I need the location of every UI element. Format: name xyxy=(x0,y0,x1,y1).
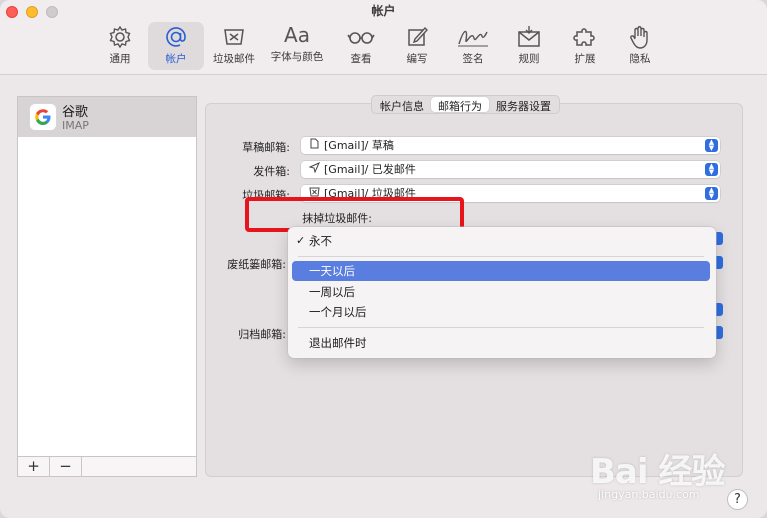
menu-item-label: 一个月以后 xyxy=(309,305,367,319)
erase-junk-dropdown-menu: ✓ 永不 一天以后 一周以后 一个月以后 退出邮件时 xyxy=(288,227,716,358)
toolbar-junk-tab[interactable]: 垃圾邮件 xyxy=(206,22,262,70)
drafts-mailbox-value: [Gmail]/ 草稿 xyxy=(324,139,394,152)
menu-item-never[interactable]: ✓ 永不 xyxy=(292,231,710,251)
toolbar-junk-label: 垃圾邮件 xyxy=(213,53,255,65)
drafts-mailbox-label: 草稿邮箱: xyxy=(242,141,290,154)
tab-mailbox-behaviors[interactable]: 邮箱行为 xyxy=(431,97,489,113)
watermark-url: jingyan.baidu.com xyxy=(598,488,700,501)
window-title: 帐户 xyxy=(371,4,396,18)
accounts-list-footer: + − xyxy=(18,456,196,476)
toolbar-viewing-tab[interactable]: 查看 xyxy=(333,22,389,70)
remove-account-button[interactable]: − xyxy=(50,457,82,476)
sent-mailbox-popup[interactable]: [Gmail]/ 已发邮件 ▲ ▼ xyxy=(301,161,720,178)
tab-account-info[interactable]: 帐户信息 xyxy=(373,97,431,113)
paper-plane-icon xyxy=(307,162,321,179)
toolbar-rules-label: 规则 xyxy=(518,53,540,65)
puzzle-icon xyxy=(573,28,595,46)
toolbar-signatures-label: 签名 xyxy=(462,53,484,65)
toolbar-privacy-label: 隐私 xyxy=(629,53,651,65)
menu-item-on-quit[interactable]: 退出邮件时 xyxy=(292,333,710,353)
toolbar-fonts-tab[interactable]: Aa 字体与颜色 xyxy=(269,22,325,70)
account-type: IMAP xyxy=(62,119,89,132)
erase-junk-popup-arrows[interactable] xyxy=(715,232,723,245)
toolbar-rules-tab[interactable]: 规则 xyxy=(501,22,557,70)
gear-icon xyxy=(109,25,131,49)
trash-mailbox-label: 废纸篓邮箱: xyxy=(227,258,286,271)
popup-arrows-icon: ▲ ▼ xyxy=(705,163,718,176)
rules-envelope-icon xyxy=(518,26,540,47)
toolbar-signatures-tab[interactable]: 签名 xyxy=(445,22,501,70)
toolbar-general-tab[interactable]: 通用 xyxy=(92,22,148,70)
menu-item-after-one-day[interactable]: 一天以后 xyxy=(292,261,710,281)
account-name: 谷歌 xyxy=(62,105,89,120)
menu-item-after-one-month[interactable]: 一个月以后 xyxy=(292,302,710,322)
menu-item-label: 永不 xyxy=(309,234,332,248)
signature-icon xyxy=(458,30,488,47)
toolbar-extensions-tab[interactable]: 扩展 xyxy=(557,22,613,70)
menu-item-after-one-week[interactable]: 一周以后 xyxy=(292,282,710,302)
compose-icon xyxy=(408,26,428,46)
menu-item-label: 一周以后 xyxy=(309,285,355,299)
checkmark-icon: ✓ xyxy=(296,234,306,247)
popup-arrows-icon: ▲ ▼ xyxy=(705,139,718,152)
document-icon xyxy=(307,138,321,155)
mail-preferences-window: 帐户 通用 帐户 垃圾邮件 Aa 字体与颜色 查看 编写 签名 规则 扩展 隐私… xyxy=(0,0,767,518)
hand-icon xyxy=(630,26,648,49)
toolbar-fonts-label: 字体与颜色 xyxy=(270,51,324,63)
google-logo-icon xyxy=(29,103,57,131)
toolbar-accounts-label: 帐户 xyxy=(165,53,187,65)
account-tabs: 帐户信息 邮箱行为 服务器设置 xyxy=(371,95,560,114)
account-item-google[interactable]: 谷歌 IMAP xyxy=(18,97,196,137)
sent-mailbox-value: [Gmail]/ 已发邮件 xyxy=(324,163,416,176)
toolbar-extensions-label: 扩展 xyxy=(574,53,596,65)
trash-popup-arrows[interactable] xyxy=(715,256,723,269)
menu-separator xyxy=(298,327,704,328)
font-icon: Aa xyxy=(284,23,310,47)
junk-tray-icon xyxy=(224,29,244,45)
toolbar-viewing-label: 查看 xyxy=(350,53,372,65)
toolbar-accounts-tab[interactable]: 帐户 xyxy=(148,22,204,70)
archive-popup-arrows[interactable] xyxy=(715,326,723,339)
popup-arrows-icon: ▲ ▼ xyxy=(705,187,718,200)
tab-server-settings[interactable]: 服务器设置 xyxy=(489,97,558,113)
toolbar-composing-label: 编写 xyxy=(406,53,428,65)
sent-mailbox-label: 发件箱: xyxy=(253,165,290,178)
archive-mailbox-label: 归档邮箱: xyxy=(238,328,286,341)
toolbar-general-label: 通用 xyxy=(109,53,131,65)
glasses-icon xyxy=(347,32,375,44)
menu-item-label: 一天以后 xyxy=(309,264,355,278)
drafts-mailbox-popup[interactable]: [Gmail]/ 草稿 ▲ ▼ xyxy=(301,137,720,154)
toolbar-privacy-tab[interactable]: 隐私 xyxy=(612,22,668,70)
preferences-toolbar: 帐户 通用 帐户 垃圾邮件 Aa 字体与颜色 查看 编写 签名 规则 扩展 隐私 xyxy=(0,0,767,75)
at-sign-icon xyxy=(166,27,186,47)
menu-item-label: 退出邮件时 xyxy=(309,336,367,350)
menu-separator xyxy=(298,256,704,257)
help-button[interactable]: ? xyxy=(727,489,748,510)
erase-deleted-popup-arrows[interactable] xyxy=(715,303,723,316)
toolbar-composing-tab[interactable]: 编写 xyxy=(389,22,445,70)
add-account-button[interactable]: + xyxy=(18,457,50,476)
